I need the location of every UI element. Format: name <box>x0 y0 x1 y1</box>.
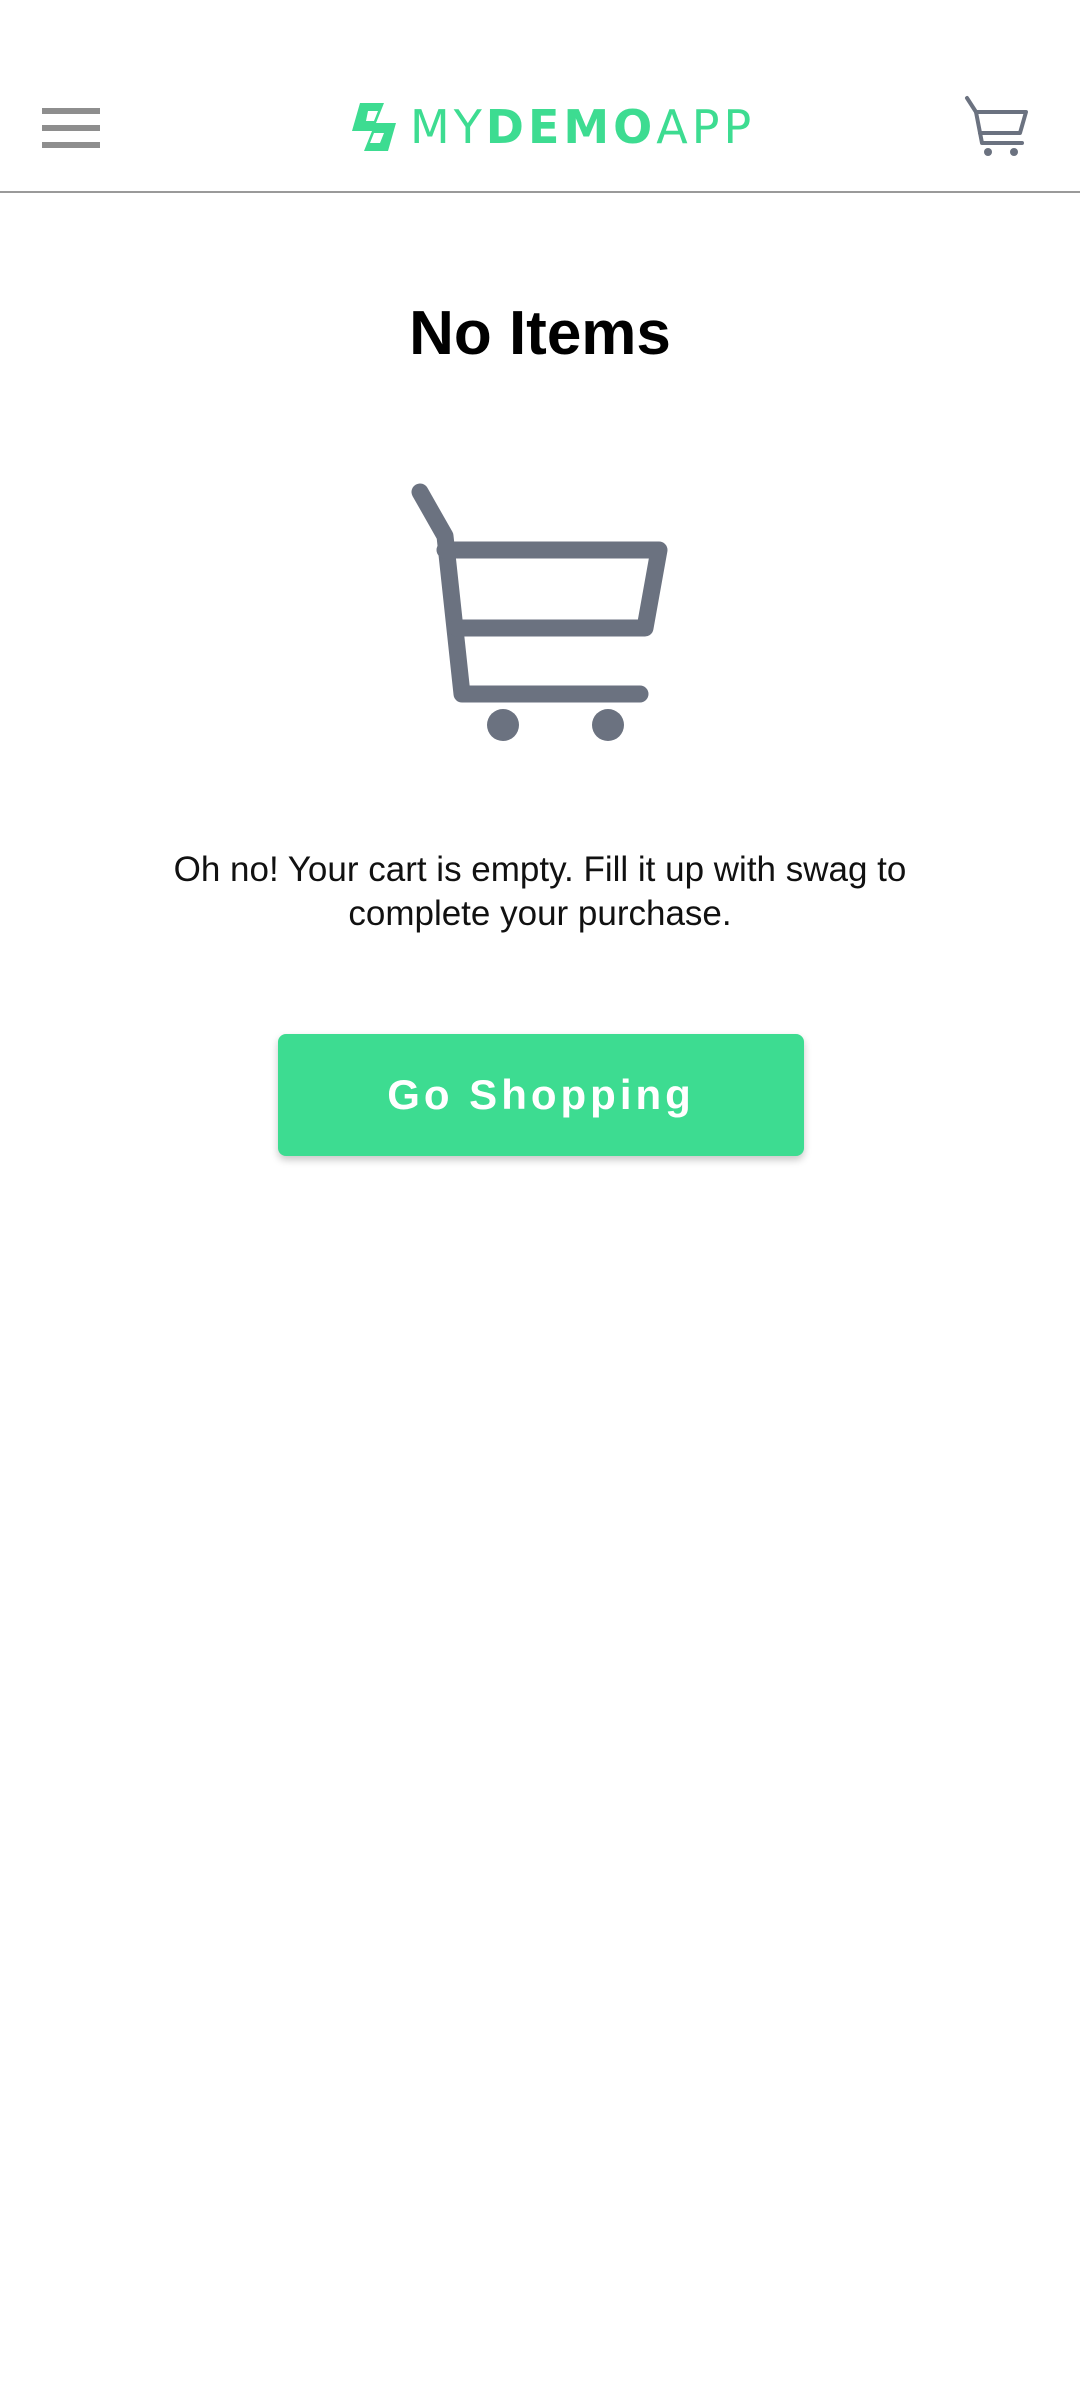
logo-text-app: APP <box>656 100 756 154</box>
page-title: No Items <box>409 299 671 368</box>
logo-text-my: MY <box>410 100 486 154</box>
cart-button[interactable] <box>958 90 1036 164</box>
empty-cart-message: Oh no! Your cart is empty. Fill it up wi… <box>173 850 907 933</box>
empty-cart-icon <box>411 483 668 741</box>
app-bar: MYDEMOAPP <box>0 0 1080 193</box>
app-logo: MYDEMOAPP <box>346 96 755 158</box>
shopping-cart-icon <box>965 96 1028 156</box>
menu-button[interactable] <box>30 90 112 166</box>
logo-text-demo: DEMO <box>485 100 657 154</box>
logo-mark-icon <box>352 103 396 151</box>
hamburger-menu-icon <box>42 108 100 148</box>
logo-text: MYDEMOAPP <box>410 104 755 150</box>
go-shopping-button[interactable]: Go Shopping <box>278 1034 804 1156</box>
